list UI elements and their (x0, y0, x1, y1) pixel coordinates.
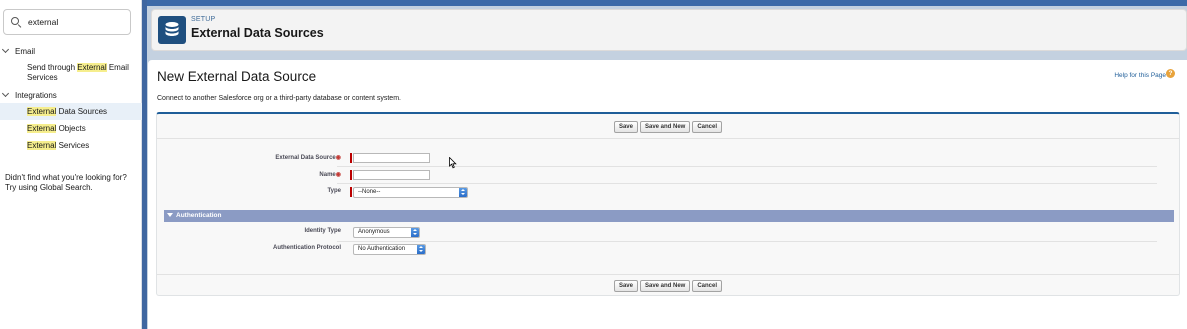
item-text: Send through (27, 63, 78, 72)
item-text: Data Sources (56, 106, 108, 116)
item-text: Objects (56, 123, 86, 133)
collapse-triangle-icon (167, 213, 173, 218)
chevron-down-icon (1, 89, 10, 98)
select-arrows-icon (417, 245, 425, 254)
mouse-cursor-icon (449, 157, 457, 169)
main-content: New External Data Source Help for this P… (148, 60, 1187, 329)
select-value: No Authentication (358, 246, 406, 252)
page-header-title: External Data Sources (191, 26, 324, 40)
required-indicator (350, 187, 352, 197)
type-select[interactable]: --None-- (353, 187, 468, 198)
tree-group-integrations: Integrations External Data Sources Exter… (0, 88, 142, 154)
field-label: External Data Source◉ (275, 155, 341, 161)
save-button[interactable]: Save (613, 121, 638, 133)
bottom-button-row: Save Save and New Cancel (157, 280, 1179, 292)
tree-group-email: Email Send through External Email Servic… (0, 44, 142, 86)
external-data-source-input[interactable] (353, 153, 430, 163)
name-input[interactable] (353, 170, 430, 180)
tree-node-integrations[interactable]: Integrations (0, 88, 142, 102)
field-name: Name◉ (157, 168, 1179, 184)
save-button[interactable]: Save (613, 280, 638, 292)
sidebar-item-email-services[interactable]: Send through External Email Services (0, 58, 142, 86)
field-label: Identity Type (304, 228, 341, 234)
select-arrows-icon (459, 188, 467, 197)
sidebar-item-external-objects[interactable]: External Objects (0, 120, 142, 137)
database-icon (158, 16, 186, 44)
required-indicator (350, 153, 352, 163)
divider (157, 138, 1179, 139)
quick-find-box[interactable] (3, 9, 131, 35)
search-highlight: External (77, 63, 107, 72)
page-title: New External Data Source (157, 69, 317, 84)
tree-node-email[interactable]: Email (0, 44, 142, 58)
search-highlight: External (27, 123, 57, 133)
authentication-section-header[interactable]: Authentication (164, 210, 1174, 222)
tree-node-label: Integrations (15, 90, 57, 100)
setup-sidebar: Email Send through External Email Servic… (0, 0, 142, 329)
quick-find-input[interactable] (28, 17, 123, 27)
field-label: Authentication Protocol (273, 245, 341, 251)
field-label: Type (327, 188, 341, 194)
authentication-protocol-select[interactable]: No Authentication (353, 244, 426, 255)
select-value: Anonymous (358, 229, 390, 235)
search-highlight: External (27, 106, 57, 116)
field-label: Name◉ (319, 172, 341, 178)
tree-node-label: Email (15, 46, 36, 56)
page-header: SETUP External Data Sources (151, 9, 1187, 51)
save-and-new-button[interactable]: Save and New (639, 280, 691, 292)
cancel-button[interactable]: Cancel (692, 121, 723, 133)
divider (157, 274, 1179, 275)
field-identity-type: Identity Type Anonymous (157, 225, 1179, 241)
item-text: Services (56, 140, 90, 150)
required-indicator (350, 170, 352, 180)
top-button-row: Save Save and New Cancel (157, 121, 1179, 133)
divider (337, 166, 1157, 167)
help-icon[interactable]: ? (1166, 69, 1175, 78)
sidebar-item-external-services[interactable]: External Services (0, 137, 142, 154)
help-link[interactable]: Help for this Page (1114, 72, 1166, 79)
field-external-data-source: External Data Source◉ (157, 151, 1179, 167)
cancel-button[interactable]: Cancel (692, 280, 723, 292)
edit-form: Save Save and New Cancel External Data S… (156, 112, 1180, 296)
chevron-down-icon (1, 45, 10, 54)
page-description: Connect to another Salesforce org or a t… (157, 95, 401, 102)
section-title: Authentication (176, 212, 222, 219)
breadcrumb: SETUP (191, 16, 216, 23)
field-type: Type --None-- (157, 185, 1179, 201)
not-found-message: Didn't find what you're looking for? Try… (5, 173, 127, 192)
search-highlight: External (27, 140, 57, 150)
select-value: --None-- (358, 189, 381, 195)
sidebar-item-external-data-sources[interactable]: External Data Sources (0, 103, 142, 120)
field-authentication-protocol: Authentication Protocol No Authenticatio… (157, 242, 1179, 258)
search-icon (10, 16, 22, 28)
select-arrows-icon (411, 228, 419, 237)
identity-type-select[interactable]: Anonymous (353, 227, 420, 238)
save-and-new-button[interactable]: Save and New (639, 121, 691, 133)
divider (337, 183, 1157, 184)
